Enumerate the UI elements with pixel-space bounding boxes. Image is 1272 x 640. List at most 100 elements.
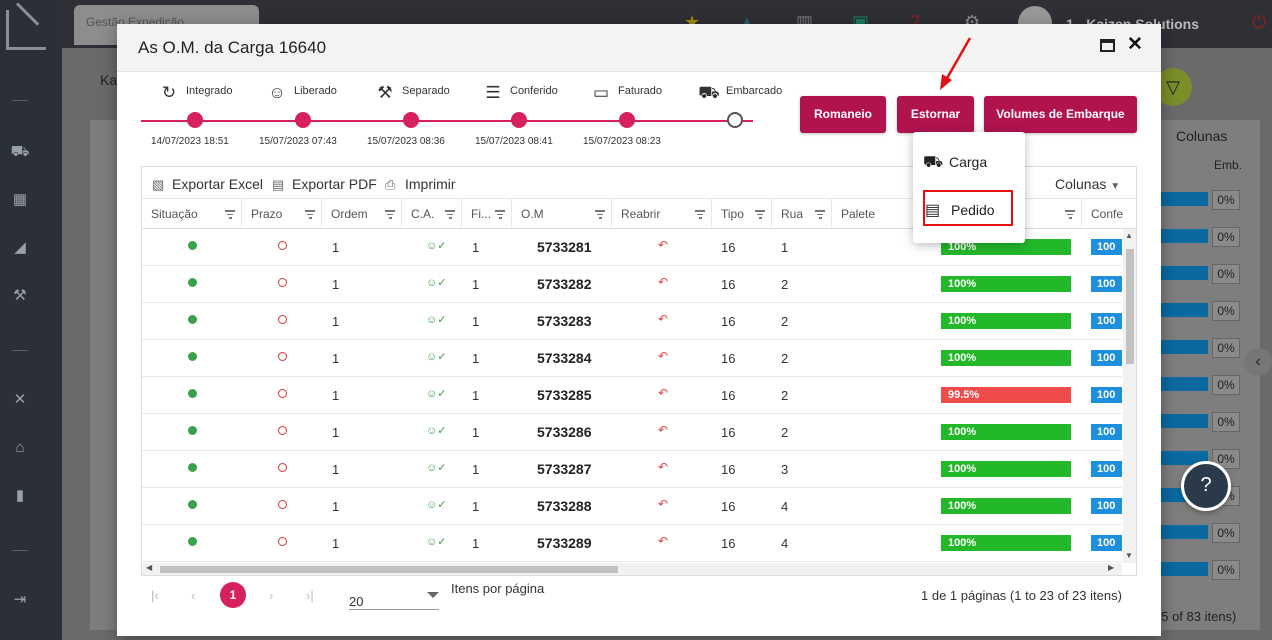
volumes-embarque-button[interactable]: Volumes de Embarque xyxy=(984,96,1137,133)
dropdown-item-carga[interactable]: ⛟ Carga xyxy=(923,144,1013,180)
tools-icon[interactable]: ✕ xyxy=(10,392,30,408)
table-row[interactable]: 1 ☺✓ 1 5733288 ↶ 16 4 100% 100 xyxy=(142,488,1122,525)
table-row[interactable]: 1 ☺✓ 1 5733289 ↶ 16 4 100% 100 xyxy=(142,525,1122,562)
current-page[interactable]: 1 xyxy=(220,582,246,608)
reopen-icon[interactable]: ↶ xyxy=(658,229,668,266)
filter-icon[interactable] xyxy=(495,210,505,219)
maximize-icon[interactable] xyxy=(1100,39,1115,52)
estornar-button[interactable]: Estornar xyxy=(897,96,974,133)
column-header[interactable]: Reabrir xyxy=(612,199,712,229)
page-size-select[interactable]: 20 xyxy=(349,584,439,610)
ramp-icon[interactable]: ◢ xyxy=(10,240,30,256)
filter-icon[interactable] xyxy=(385,210,395,219)
scroll-thumb[interactable] xyxy=(1126,249,1134,364)
user-check-icon[interactable]: ☺✓ xyxy=(426,229,446,266)
print-button[interactable]: ⎙ Imprimir xyxy=(385,176,456,193)
scroll-down-icon[interactable]: ▼ xyxy=(1125,551,1133,560)
column-header-label: Situação xyxy=(151,207,198,221)
table-row[interactable]: 1 ☺✓ 1 5733282 ↶ 16 2 100% 100 xyxy=(142,266,1122,303)
filter-icon[interactable] xyxy=(755,210,765,219)
om-cell[interactable]: 5733287 xyxy=(537,451,592,488)
user-check-icon[interactable]: ☺✓ xyxy=(426,488,446,525)
export-icon[interactable]: ⇥ xyxy=(10,592,30,608)
om-cell[interactable]: 5733284 xyxy=(537,340,592,377)
user-check-icon[interactable]: ☺✓ xyxy=(426,303,446,340)
step-date: 15/07/2023 08:23 xyxy=(583,136,661,147)
filter-icon[interactable] xyxy=(305,210,315,219)
truck-icon[interactable]: ⛟ xyxy=(10,144,30,160)
table-row[interactable]: 1 ☺✓ 1 5733287 ↶ 16 3 100% 100 xyxy=(142,451,1122,488)
reopen-icon[interactable]: ↶ xyxy=(658,488,668,525)
logout-icon[interactable]: ⏻ xyxy=(1252,12,1266,32)
om-cell[interactable]: 5733288 xyxy=(537,488,592,525)
deadline-sad-icon xyxy=(278,525,287,562)
romaneio-button[interactable]: Romaneio xyxy=(800,96,886,133)
reopen-icon[interactable]: ↶ xyxy=(658,451,668,488)
progress-bar: 100% xyxy=(941,313,1071,329)
colunas-button[interactable]: Colunas ▼ xyxy=(1055,176,1120,192)
scroll-up-icon[interactable]: ▲ xyxy=(1125,231,1133,240)
hscroll-thumb[interactable] xyxy=(160,566,618,573)
om-cell[interactable]: 5733281 xyxy=(537,229,592,266)
user-check-icon[interactable]: ☺✓ xyxy=(426,340,446,377)
next-page-icon[interactable]: › xyxy=(269,588,273,603)
scroll-right-icon[interactable]: ▶ xyxy=(1108,563,1114,572)
close-icon[interactable]: ✕ xyxy=(1127,34,1143,56)
column-header[interactable]: Ordem xyxy=(322,199,402,229)
filter-icon[interactable] xyxy=(1065,210,1075,219)
table-row[interactable]: 1 ☺✓ 1 5733285 ↶ 16 2 99.5% 100 xyxy=(142,377,1122,414)
user-check-icon[interactable]: ☺✓ xyxy=(426,414,446,451)
export-pdf-button[interactable]: ▤ Exportar PDF xyxy=(272,176,377,193)
column-header[interactable]: C.A. xyxy=(402,199,462,229)
reopen-icon[interactable]: ↶ xyxy=(658,303,668,340)
column-header[interactable]: Prazo xyxy=(242,199,322,229)
user-check-icon[interactable]: ☺✓ xyxy=(426,451,446,488)
bg-colunas[interactable]: Colunas xyxy=(1176,128,1227,144)
forklift-icon[interactable]: ⚒ xyxy=(10,288,30,304)
om-cell[interactable]: 5733289 xyxy=(537,525,592,562)
user-check-icon[interactable]: ☺✓ xyxy=(426,377,446,414)
estornar-dropdown: ⛟ Carga ▤ Pedido xyxy=(913,132,1025,243)
help-chat-icon[interactable]: ? xyxy=(1181,461,1231,511)
boxes-icon[interactable]: ▦ xyxy=(10,192,30,208)
scroll-left-icon[interactable]: ◀ xyxy=(146,563,152,572)
user-check-icon[interactable]: ☺✓ xyxy=(426,266,446,303)
column-header[interactable]: O.M xyxy=(512,199,612,229)
carga-om-modal: As O.M. da Carga 16640 ✕ ↻ Integrado 14/07… xyxy=(117,24,1161,636)
last-page-icon[interactable]: ›| xyxy=(306,588,314,603)
vertical-scrollbar[interactable]: ▲ ▼ xyxy=(1123,229,1136,563)
user-check-icon[interactable]: ☺✓ xyxy=(426,525,446,562)
export-excel-button[interactable]: ▧ Exportar Excel xyxy=(152,176,263,193)
chart-icon[interactable]: ▮ xyxy=(10,488,30,504)
om-cell[interactable]: 5733282 xyxy=(537,266,592,303)
warehouse-icon[interactable]: ⌂ xyxy=(10,440,30,456)
fi-cell: 1 xyxy=(472,351,480,366)
column-header[interactable]: Confe xyxy=(1082,199,1136,229)
reopen-icon[interactable]: ↶ xyxy=(658,414,668,451)
filter-icon[interactable] xyxy=(445,210,455,219)
column-header[interactable]: Situação xyxy=(142,199,242,229)
first-page-icon[interactable]: |‹ xyxy=(151,588,159,603)
reopen-icon[interactable]: ↶ xyxy=(658,266,668,303)
table-row[interactable]: 1 ☺✓ 1 5733286 ↶ 16 2 100% 100 xyxy=(142,414,1122,451)
filter-icon[interactable] xyxy=(595,210,605,219)
horizontal-scrollbar[interactable]: ◀ ▶ xyxy=(142,563,1122,575)
column-header[interactable]: Rua xyxy=(772,199,832,229)
filter-icon[interactable] xyxy=(695,210,705,219)
om-cell[interactable]: 5733285 xyxy=(537,377,592,414)
chevron-left-icon[interactable]: ‹ xyxy=(1244,348,1272,376)
om-cell[interactable]: 5733283 xyxy=(537,303,592,340)
om-cell[interactable]: 5733286 xyxy=(537,414,592,451)
table-row[interactable]: 1 ☺✓ 1 5733284 ↶ 16 2 100% 100 xyxy=(142,340,1122,377)
reopen-icon[interactable]: ↶ xyxy=(658,525,668,562)
column-header[interactable]: Fi... xyxy=(462,199,512,229)
column-header[interactable]: Tipo xyxy=(712,199,772,229)
filter-icon[interactable] xyxy=(225,210,235,219)
ordem-cell: 1 xyxy=(332,462,340,477)
filter-icon[interactable] xyxy=(815,210,825,219)
reopen-icon[interactable]: ↶ xyxy=(658,377,668,414)
table-row[interactable]: 1 ☺✓ 1 5733283 ↶ 16 2 100% 100 xyxy=(142,303,1122,340)
prev-page-icon[interactable]: ‹ xyxy=(191,588,195,603)
dropdown-item-pedido[interactable]: ▤ Pedido xyxy=(923,190,1013,226)
reopen-icon[interactable]: ↶ xyxy=(658,340,668,377)
